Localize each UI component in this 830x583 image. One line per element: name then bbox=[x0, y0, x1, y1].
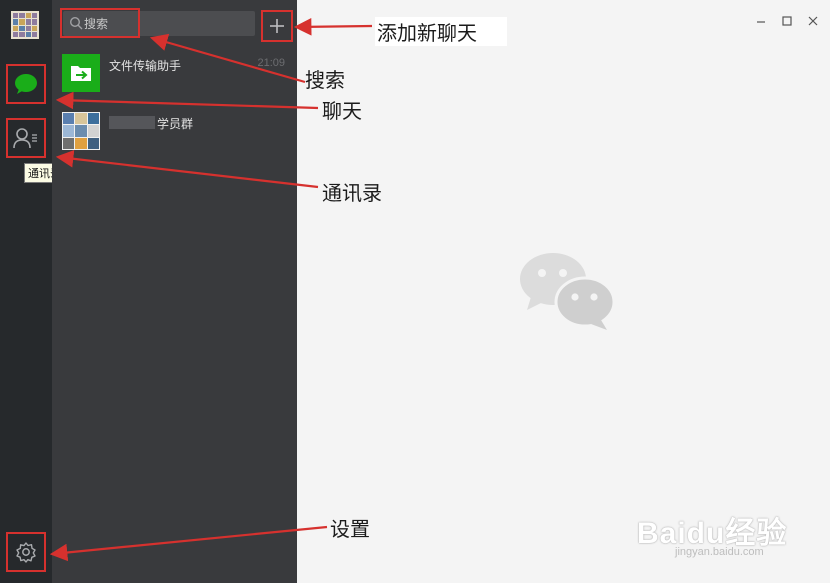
annotation-settings: 设置 bbox=[330, 517, 370, 541]
arrow-search bbox=[149, 33, 306, 84]
arrow-contacts bbox=[55, 150, 319, 189]
annotation-search: 搜索 bbox=[305, 68, 345, 92]
arrow-add-chat bbox=[293, 17, 373, 36]
annotation-add-chat: 添加新聊天 bbox=[375, 17, 507, 46]
annotation-contacts: 通讯录 bbox=[322, 181, 382, 205]
arrow-settings bbox=[49, 525, 328, 562]
annotation-chat: 聊天 bbox=[322, 99, 362, 123]
arrow-chat bbox=[55, 91, 319, 110]
annotation-arrows bbox=[49, 17, 373, 562]
